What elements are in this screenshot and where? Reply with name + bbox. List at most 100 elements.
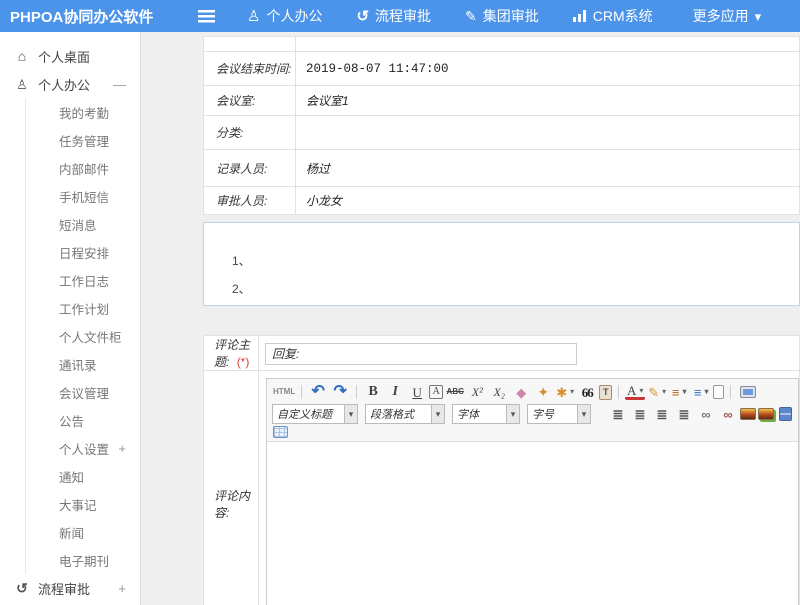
- blockquote-icon[interactable]: 66: [577, 382, 597, 402]
- caret-down-icon: [755, 9, 762, 23]
- comment-subject-input[interactable]: [265, 343, 577, 365]
- expand-toggle[interactable]: +: [118, 441, 126, 456]
- media-icon[interactable]: [779, 407, 792, 421]
- sidebar-item[interactable]: 我的考勤: [25, 98, 140, 126]
- image-icon[interactable]: [740, 408, 756, 420]
- sidebar-item[interactable]: 流程审批 +: [0, 574, 140, 602]
- align-left-icon[interactable]: ≣: [608, 404, 628, 424]
- sidebar-item[interactable]: 公告: [25, 406, 140, 434]
- sidebar-item[interactable]: 任务管理: [25, 126, 140, 154]
- sidebar-item[interactable]: 会议管理: [25, 378, 140, 406]
- table-grid-icon[interactable]: [273, 426, 288, 438]
- sidebar-item[interactable]: 工作日志: [25, 266, 140, 294]
- chevron-down-icon[interactable]: [577, 405, 590, 423]
- format-select[interactable]: 字体: [452, 404, 520, 424]
- sidebar-item-label: 通知: [59, 467, 84, 486]
- required-mark: (*): [237, 355, 250, 369]
- paste-icon[interactable]: T: [599, 385, 612, 400]
- sidebar-item-label: 大事记: [59, 495, 97, 514]
- form-row: 审批人员: 小龙女: [204, 187, 800, 215]
- field-value: 杨过: [296, 150, 800, 187]
- expand-toggle[interactable]: +: [118, 581, 126, 596]
- format-select-label: 段落格式: [366, 406, 418, 422]
- crm-icon: [573, 10, 587, 22]
- toolbar-separator: [618, 385, 619, 399]
- fullscreen-icon[interactable]: [740, 386, 756, 398]
- font-color-icon[interactable]: A: [625, 384, 645, 400]
- nav-item[interactable]: 流程审批: [356, 6, 437, 26]
- format-select[interactable]: 段落格式: [365, 404, 445, 424]
- sidebar-item-label: 手机短信: [59, 187, 109, 206]
- nav-item[interactable]: 集团审批: [465, 6, 545, 26]
- sidebar-flow-icon: [14, 581, 30, 595]
- sidebar-item[interactable]: 手机短信: [25, 182, 140, 210]
- sidebar-item-label: 任务管理: [59, 131, 109, 150]
- subscript-icon[interactable]: X₂: [489, 382, 509, 402]
- expand-toggle[interactable]: —: [113, 77, 126, 92]
- field-value: 会议室1: [296, 86, 800, 116]
- editor-content-area[interactable]: [267, 442, 798, 605]
- chevron-down-icon[interactable]: [431, 405, 444, 423]
- sidebar-item-label: 工作计划: [59, 299, 109, 318]
- bold-icon[interactable]: B: [363, 382, 383, 402]
- new-page-icon[interactable]: [713, 385, 724, 399]
- superscript-icon[interactable]: X²: [467, 382, 487, 402]
- sidebar-item[interactable]: 个人桌面: [0, 42, 140, 70]
- sidebar-item[interactable]: 新闻: [25, 518, 140, 546]
- link-icon[interactable]: ∞: [696, 404, 716, 424]
- sidebar-item[interactable]: 通知: [25, 462, 140, 490]
- sidebar-item[interactable]: 短消息: [25, 210, 140, 238]
- justify-icon[interactable]: ≣: [674, 404, 694, 424]
- unordered-list-icon[interactable]: ≡: [691, 382, 711, 402]
- field-value: [296, 116, 800, 150]
- align-right-icon[interactable]: ≣: [652, 404, 672, 424]
- home-icon: [14, 49, 30, 63]
- sidebar-item[interactable]: 电子期刊: [25, 546, 140, 574]
- flash-image-icon[interactable]: [758, 408, 774, 420]
- sidebar-item[interactable]: 个人办公 —: [0, 70, 140, 98]
- ordered-list-icon[interactable]: ≡: [669, 382, 689, 402]
- nav-item[interactable]: 个人办公: [247, 6, 328, 26]
- sidebar-item[interactable]: 工作计划: [25, 294, 140, 322]
- sidebar-item-label: 短消息: [59, 215, 97, 234]
- italic-icon[interactable]: I: [385, 382, 405, 402]
- form-row: [204, 37, 800, 52]
- chevron-down-icon[interactable]: [344, 405, 357, 423]
- clean-brush-icon[interactable]: ✦: [533, 382, 553, 402]
- font-style-box-icon[interactable]: A: [429, 385, 443, 399]
- sidebar-item[interactable]: 通讯录: [25, 350, 140, 378]
- sidebar-item-label: 会议管理: [59, 383, 109, 402]
- strikethrough-icon[interactable]: ABC: [445, 382, 465, 402]
- comment-content-value-cell: HTML ↶ ↷ B: [259, 371, 800, 605]
- sidebar-item-label: 个人文件柜: [59, 327, 122, 346]
- align-center-icon[interactable]: ≣: [630, 404, 650, 424]
- sidebar-item[interactable]: 个人设置 +: [25, 434, 140, 462]
- redo-icon[interactable]: ↷: [330, 382, 350, 402]
- underline-icon[interactable]: U: [407, 382, 427, 402]
- format-select[interactable]: 自定义标题: [272, 404, 358, 424]
- chevron-down-icon[interactable]: [506, 405, 519, 423]
- eraser-icon[interactable]: ◆: [511, 382, 531, 402]
- meeting-detail-table: 会议结束时间: 2019-08-07 11:47:00 会议室: 会议室1 分类…: [203, 36, 800, 215]
- sidebar-item-label: 通讯录: [59, 355, 97, 374]
- sidebar-item[interactable]: 个人文件柜: [25, 322, 140, 350]
- field-value: 小龙女: [296, 187, 800, 215]
- field-label: 会议室:: [204, 86, 296, 116]
- nav-item-label: 个人办公: [266, 6, 322, 26]
- format-select[interactable]: 字号: [527, 404, 591, 424]
- toolbar-separator: [730, 385, 731, 399]
- content-line: 2、: [232, 275, 799, 303]
- nav-item[interactable]: 更多应用: [687, 6, 762, 26]
- format-select-label: 字体: [453, 406, 483, 422]
- sidebar-item[interactable]: 内部邮件: [25, 154, 140, 182]
- unlink-icon[interactable]: ∞: [718, 404, 738, 424]
- undo-icon[interactable]: ↶: [308, 382, 328, 402]
- sidebar-item[interactable]: 大事记: [25, 490, 140, 518]
- comment-content-label: 评论内容:: [214, 489, 250, 520]
- sidebar-item[interactable]: 日程安排: [25, 238, 140, 266]
- nav-item[interactable]: CRM系统: [573, 6, 659, 26]
- highlight-icon[interactable]: ✎: [647, 382, 667, 402]
- hamburger-menu-icon[interactable]: [198, 10, 215, 23]
- html-source-icon[interactable]: HTML: [273, 382, 295, 402]
- format-brush-icon[interactable]: ✱: [555, 382, 575, 402]
